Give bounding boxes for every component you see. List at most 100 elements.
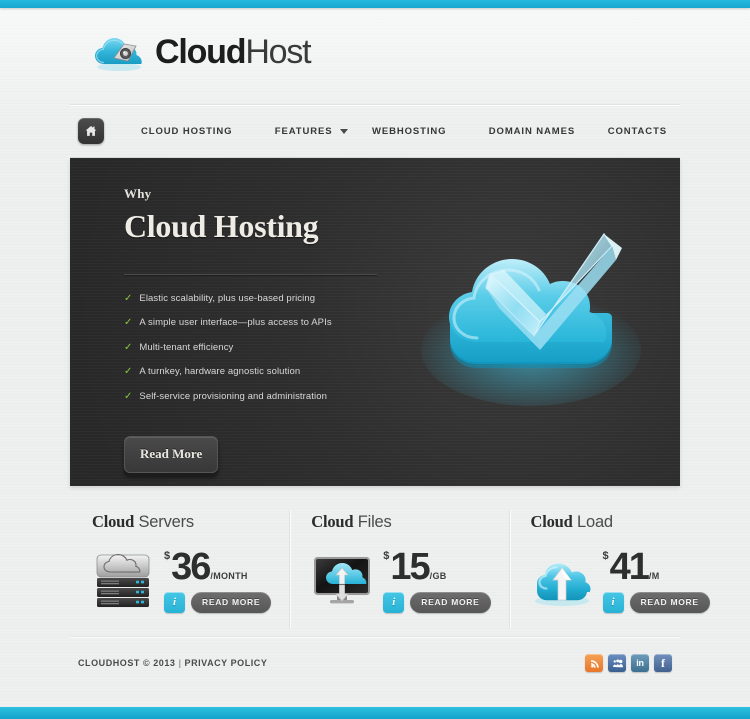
- pricing-actions: i READ MORE: [164, 592, 272, 613]
- hero-feature-label: A simple user interface—plus access to A…: [139, 317, 332, 329]
- pricing-card-body: $ 41 /M i READ MORE: [531, 545, 710, 613]
- top-accent-bar: [0, 0, 750, 8]
- nav-label: CLOUD HOSTING: [141, 125, 233, 137]
- nav-item-domain-names[interactable]: DOMAIN NAMES: [476, 126, 588, 137]
- pricing-title-bold: Cloud: [530, 512, 573, 531]
- pricing-card-details: $ 15 /GB i READ MORE: [383, 545, 491, 613]
- nav-label: DOMAIN NAMES: [488, 125, 576, 137]
- content-wrapper: CloudHost CLOUD HOSTING FEATURES WEBHOST…: [70, 8, 710, 690]
- pricing-title-light: Servers: [134, 513, 194, 531]
- hero-copy: Why Cloud Hosting ✓ Elastic scalability,…: [124, 186, 394, 474]
- pricing-card-body: $ 36 /MONTH i READ MORE: [92, 545, 272, 613]
- pricing-card-body: $ 15 /GB i READ MORE: [311, 545, 491, 613]
- pricing-card-cloud-files: Cloud Files $ 15 /GB i READ MORE: [289, 510, 508, 636]
- price-amount: 41: [609, 545, 650, 588]
- hero-feature-item: ✓ A simple user interface—plus access to…: [124, 317, 394, 329]
- read-more-button[interactable]: READ MORE: [191, 592, 272, 613]
- copyright-text: CLOUDHOST © 2013: [78, 658, 176, 668]
- hero-eyebrow: Why: [124, 186, 152, 201]
- pricing-actions: i READ MORE: [383, 592, 491, 613]
- pricing-title-bold: Cloud: [311, 512, 354, 531]
- hero-feature-item: ✓ Self-service provisioning and administ…: [124, 391, 394, 403]
- hero-feature-label: Self-service provisioning and administra…: [139, 390, 328, 402]
- logo-brand: Cloud: [155, 33, 247, 71]
- logo[interactable]: CloudHost: [92, 32, 312, 72]
- logo-suffix: Host: [245, 33, 311, 71]
- hero-banner: Why Cloud Hosting ✓ Elastic scalability,…: [70, 158, 680, 486]
- nav-item-contacts[interactable]: CONTACTS: [595, 126, 680, 137]
- chevron-down-icon[interactable]: [340, 128, 349, 134]
- nav-item-webhosting[interactable]: WEBHOSTING: [359, 126, 459, 137]
- pricing-card-title: Cloud Servers: [92, 512, 271, 532]
- info-icon: i: [392, 596, 396, 608]
- check-icon: ✓: [124, 341, 133, 353]
- site-footer: CLOUDHOST © 2013 | PRIVACY POLICY in f: [70, 636, 680, 690]
- cloud-logo-icon: [92, 32, 146, 72]
- info-icon: i: [172, 596, 177, 608]
- footer-legal: CLOUDHOST © 2013 | PRIVACY POLICY: [78, 658, 267, 668]
- pricing-card-cloud-servers: Cloud Servers $ 36 /MONTH i READ MORE: [70, 512, 289, 636]
- rss-icon[interactable]: [585, 654, 603, 672]
- pricing-card-details: $ 41 /M i READ MORE: [602, 545, 710, 613]
- server-rack-icon: [92, 548, 154, 610]
- site-header: CloudHost: [70, 8, 680, 105]
- pricing-title-light: Load: [572, 513, 613, 531]
- privacy-policy-link[interactable]: PRIVACY POLICY: [185, 658, 268, 668]
- pricing-actions: i READ MORE: [602, 592, 710, 613]
- footer-separator: |: [178, 658, 182, 668]
- monitor-cloud-sync-icon: [311, 548, 373, 610]
- price-amount-line: $ 36 /MONTH: [164, 545, 271, 588]
- myspace-icon[interactable]: [608, 654, 626, 672]
- price-amount: 15: [390, 545, 430, 588]
- hero-title: Cloud Hosting: [124, 208, 319, 244]
- check-icon: ✓: [124, 390, 133, 402]
- hero-feature-label: A turnkey, hardware agnostic solution: [139, 366, 301, 378]
- hero-read-more-button[interactable]: Read More: [124, 436, 219, 474]
- social-links: in f: [585, 654, 672, 672]
- nav-item-features[interactable]: FEATURES: [262, 126, 346, 137]
- home-icon: [84, 124, 98, 138]
- pricing-title-bold: Cloud: [92, 512, 135, 531]
- info-icon: i: [611, 596, 615, 608]
- info-button[interactable]: i: [602, 592, 624, 613]
- linkedin-icon[interactable]: in: [631, 654, 649, 672]
- pricing-title-light: Files: [353, 513, 392, 531]
- pricing-card-cloud-load: Cloud Load $ 41 /M i READ MORE: [508, 510, 728, 636]
- hero-feature-item: ✓ Multi-tenant efficiency: [124, 342, 394, 354]
- read-more-button[interactable]: READ MORE: [629, 592, 710, 613]
- cloud-upload-icon: [531, 548, 593, 610]
- currency-symbol: $: [164, 550, 171, 562]
- nav-item-cloud-hosting[interactable]: CLOUD HOSTING: [128, 126, 245, 137]
- main-navigation: CLOUD HOSTING FEATURES WEBHOSTING DOMAIN…: [70, 105, 680, 158]
- nav-label: FEATURES: [274, 125, 333, 137]
- nav-label: CONTACTS: [607, 125, 668, 137]
- info-button[interactable]: i: [164, 592, 185, 613]
- page-body: CloudHost CLOUD HOSTING FEATURES WEBHOST…: [0, 8, 750, 707]
- cloud-checkmark-illustration: [416, 210, 646, 410]
- facebook-icon[interactable]: f: [654, 654, 672, 672]
- pricing-card-details: $ 36 /MONTH i READ MORE: [164, 545, 272, 613]
- hero-feature-item: ✓ Elastic scalability, plus use-based pr…: [124, 293, 394, 305]
- price-amount-line: $ 15 /GB: [383, 545, 490, 588]
- hero-divider: [124, 273, 377, 275]
- nav-label: WEBHOSTING: [372, 125, 447, 137]
- currency-symbol: $: [602, 550, 609, 562]
- pricing-card-title: Cloud Files: [311, 512, 490, 532]
- price-amount: 36: [171, 545, 211, 588]
- bottom-accent-bar: [0, 707, 750, 719]
- check-icon: ✓: [124, 366, 133, 378]
- check-icon: ✓: [124, 317, 133, 329]
- read-more-button[interactable]: READ MORE: [410, 592, 491, 613]
- pricing-section: Cloud Servers $ 36 /MONTH i READ MORE Cl…: [70, 486, 710, 636]
- price-unit: /MONTH: [210, 571, 248, 581]
- home-button[interactable]: [78, 118, 104, 144]
- hero-feature-label: Multi-tenant efficiency: [139, 341, 234, 353]
- price-unit: /GB: [429, 571, 447, 581]
- info-button[interactable]: i: [383, 592, 405, 613]
- pricing-card-title: Cloud Load: [531, 512, 710, 532]
- logo-text: CloudHost: [155, 33, 312, 71]
- price-amount-line: $ 41 /M: [602, 545, 710, 588]
- footer-divider: [70, 636, 680, 637]
- check-icon: ✓: [124, 292, 133, 304]
- currency-symbol: $: [383, 550, 390, 562]
